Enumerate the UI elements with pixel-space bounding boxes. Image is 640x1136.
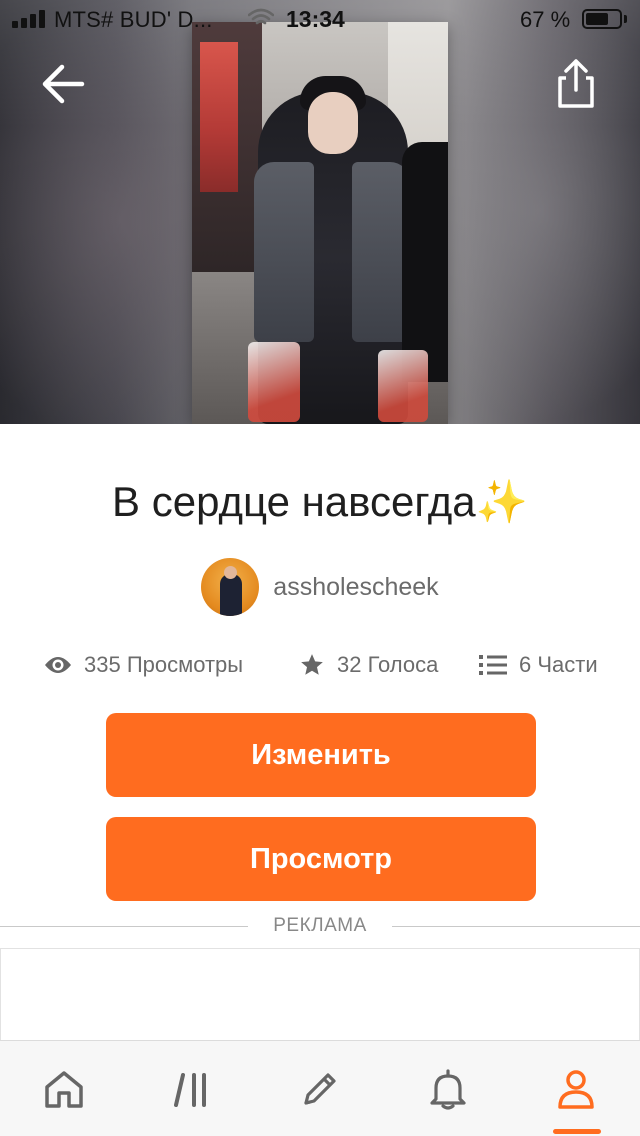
author-name[interactable]: assholescheek bbox=[273, 573, 438, 602]
battery-tip bbox=[624, 15, 627, 23]
active-tab-indicator bbox=[553, 1129, 601, 1134]
battery-icon bbox=[582, 9, 622, 29]
ad-label: РЕКЛАМА bbox=[273, 915, 367, 936]
arrow-left-icon bbox=[42, 64, 85, 104]
bell-icon bbox=[430, 1069, 466, 1110]
stat-views: 335 Просмотры bbox=[44, 644, 243, 686]
home-icon bbox=[45, 1071, 83, 1108]
story-header: MTS# BUD' D... 13:34 67 % bbox=[0, 0, 640, 424]
divider-line-left bbox=[0, 926, 248, 927]
tab-library[interactable] bbox=[128, 1041, 256, 1136]
story-cover-image bbox=[192, 22, 448, 424]
back-button[interactable] bbox=[36, 58, 92, 110]
ad-divider: РЕКЛАМА bbox=[0, 912, 640, 942]
cover-store-sign bbox=[200, 42, 238, 192]
library-icon bbox=[174, 1073, 206, 1107]
stat-votes: 32 Голоса bbox=[299, 644, 438, 686]
cover-bag-right bbox=[378, 350, 428, 422]
pencil-icon bbox=[304, 1073, 336, 1105]
author-avatar[interactable] bbox=[201, 558, 260, 616]
tab-write[interactable] bbox=[256, 1041, 384, 1136]
bottom-tab-bar bbox=[0, 1040, 640, 1136]
author-row[interactable]: assholescheek bbox=[0, 556, 640, 618]
tab-home[interactable] bbox=[0, 1041, 128, 1136]
list-icon bbox=[479, 655, 507, 675]
votes-count: 32 Голоса bbox=[337, 652, 439, 677]
story-stats: 335 Просмотры 32 Голоса 6 Части bbox=[0, 644, 640, 686]
tab-notifications[interactable] bbox=[384, 1041, 512, 1136]
divider-line-right bbox=[392, 926, 640, 927]
share-button[interactable] bbox=[552, 56, 600, 112]
stat-parts: 6 Части bbox=[479, 644, 598, 686]
star-icon bbox=[301, 654, 323, 675]
cover-bag-left bbox=[248, 342, 300, 422]
cover-jacket-left bbox=[254, 162, 314, 342]
parts-count: 6 Части bbox=[519, 652, 598, 677]
carrier-name: MTS# BUD' D... bbox=[54, 7, 213, 32]
edit-button[interactable]: Изменить bbox=[106, 713, 536, 797]
preview-button[interactable]: Просмотр bbox=[106, 817, 536, 901]
eye-icon bbox=[45, 657, 71, 673]
tab-profile[interactable] bbox=[512, 1041, 640, 1136]
ad-banner[interactable] bbox=[0, 948, 640, 1040]
views-count: 335 Просмотры bbox=[84, 652, 244, 677]
status-bar: MTS# BUD' D... 13:34 67 % bbox=[0, 0, 640, 40]
wifi-icon bbox=[248, 8, 274, 25]
signal-icon bbox=[12, 10, 45, 28]
status-clock: 13:34 bbox=[286, 6, 345, 32]
cover-second-person bbox=[402, 142, 448, 382]
profile-icon bbox=[558, 1070, 594, 1109]
share-icon bbox=[558, 59, 594, 108]
battery-percent: 67 % bbox=[520, 7, 571, 32]
story-title: В сердце навсегда✨ bbox=[112, 478, 528, 525]
cover-face bbox=[308, 92, 358, 154]
